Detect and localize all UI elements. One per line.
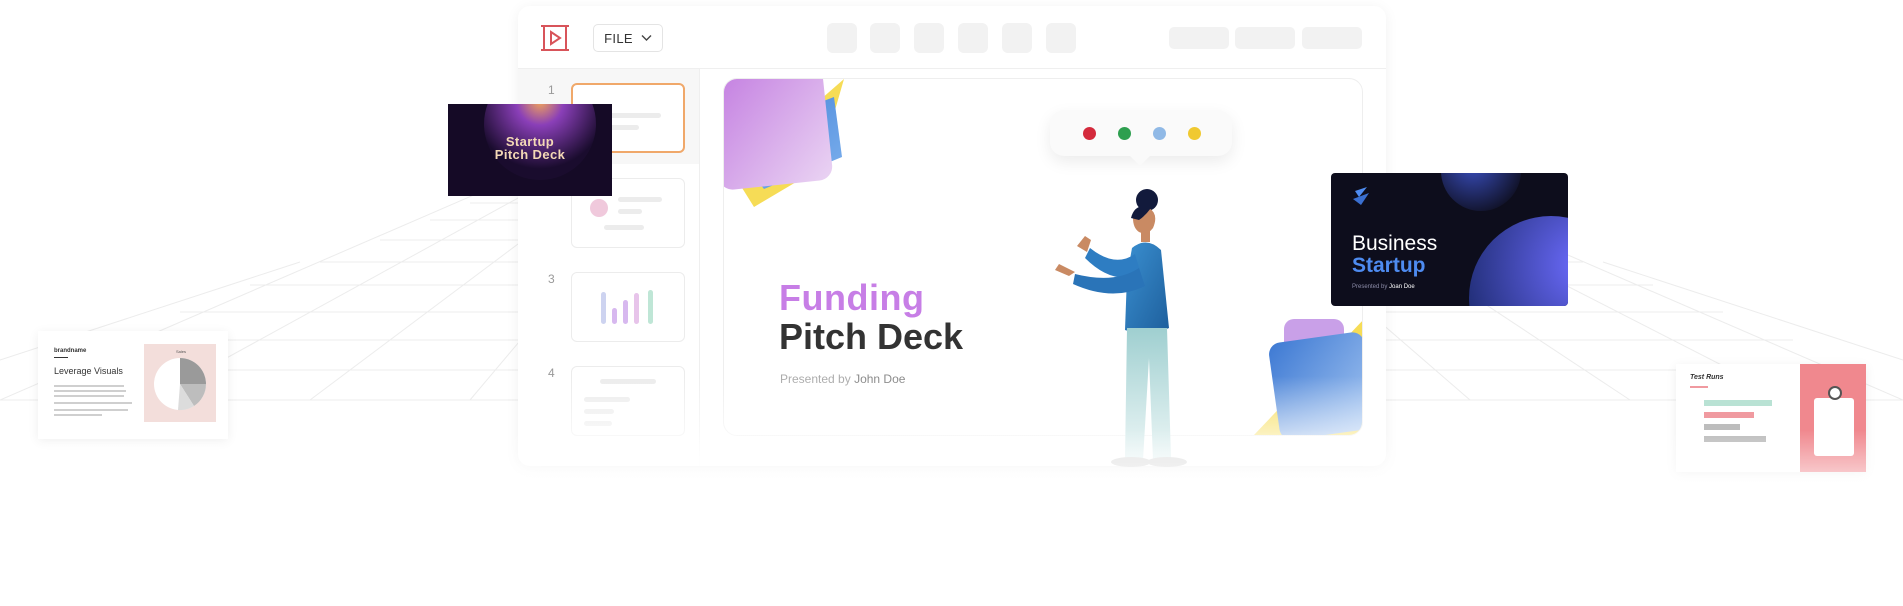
- text-line: [54, 414, 102, 416]
- text-line: [54, 402, 132, 404]
- decorative-shapes-top-left: [724, 79, 844, 207]
- text-line: [54, 385, 124, 387]
- visuals-title: Leverage Visuals: [54, 366, 123, 376]
- toolbar-tool-4[interactable]: [958, 23, 988, 53]
- business-presented-by: Presented by: [1352, 284, 1388, 290]
- toolbar-tool-5[interactable]: [1002, 23, 1032, 53]
- color-swatch-green[interactable]: [1118, 127, 1131, 140]
- business-startup-card[interactable]: Business Startup Presented by Joan Doe: [1331, 173, 1568, 306]
- brand-underline: [54, 357, 68, 358]
- presentation-play-icon[interactable]: [540, 24, 570, 52]
- toolbar-tool-3[interactable]: [914, 23, 944, 53]
- toolbar-action-3[interactable]: [1302, 27, 1362, 49]
- visuals-brand: brandname: [54, 348, 87, 354]
- startup-title-line2: Pitch Deck: [494, 147, 566, 162]
- toolbar-tool-6[interactable]: [1046, 23, 1076, 53]
- business-card-line2: Startup: [1352, 254, 1426, 277]
- slide-title-line1: Funding: [779, 277, 925, 318]
- file-menu-button[interactable]: FILE: [593, 24, 663, 52]
- file-menu-label: FILE: [604, 30, 633, 46]
- chevron-down-icon: [641, 35, 652, 41]
- visuals-chart-panel: [144, 344, 216, 422]
- text-line: [54, 409, 128, 411]
- toolbar-action-1[interactable]: [1169, 27, 1229, 49]
- slide-number: 1: [548, 83, 555, 97]
- business-card-presenter: Presented by Joan Doe: [1352, 284, 1415, 290]
- toolbar-tool-1[interactable]: [827, 23, 857, 53]
- color-swatch-light-blue[interactable]: [1153, 127, 1166, 140]
- toolbar-tool-2[interactable]: [870, 23, 900, 53]
- slide-title-line2: Pitch Deck: [779, 316, 964, 357]
- presentation-editor-window: FILE 1 3 4 Funding Pitch Deck: [518, 6, 1386, 466]
- startup-card-title: Startup Pitch Deck: [448, 135, 612, 161]
- test-runs-title: Test Runs: [1690, 374, 1724, 381]
- color-picker-popover: [1050, 110, 1232, 166]
- leverage-visuals-card[interactable]: brandname Leverage Visuals Sales: [38, 331, 228, 439]
- slide-thumbnail-3[interactable]: [571, 272, 685, 342]
- visuals-chart-title: Sales: [176, 349, 187, 354]
- startup-pitch-deck-card[interactable]: Startup Pitch Deck: [448, 104, 612, 196]
- floor-fade: [0, 430, 1903, 606]
- pie-chart-graphic: [154, 358, 207, 411]
- text-line: [54, 395, 124, 397]
- toolbar-action-2[interactable]: [1235, 27, 1295, 49]
- slide-number: 3: [548, 272, 555, 286]
- business-card-line1: Business: [1352, 232, 1438, 255]
- color-swatch-yellow[interactable]: [1188, 127, 1201, 140]
- color-swatch-red[interactable]: [1083, 127, 1096, 140]
- text-line: [54, 390, 126, 392]
- editor-toolbar: FILE: [518, 6, 1386, 69]
- business-presenter-name: Joan Doe: [1389, 284, 1415, 290]
